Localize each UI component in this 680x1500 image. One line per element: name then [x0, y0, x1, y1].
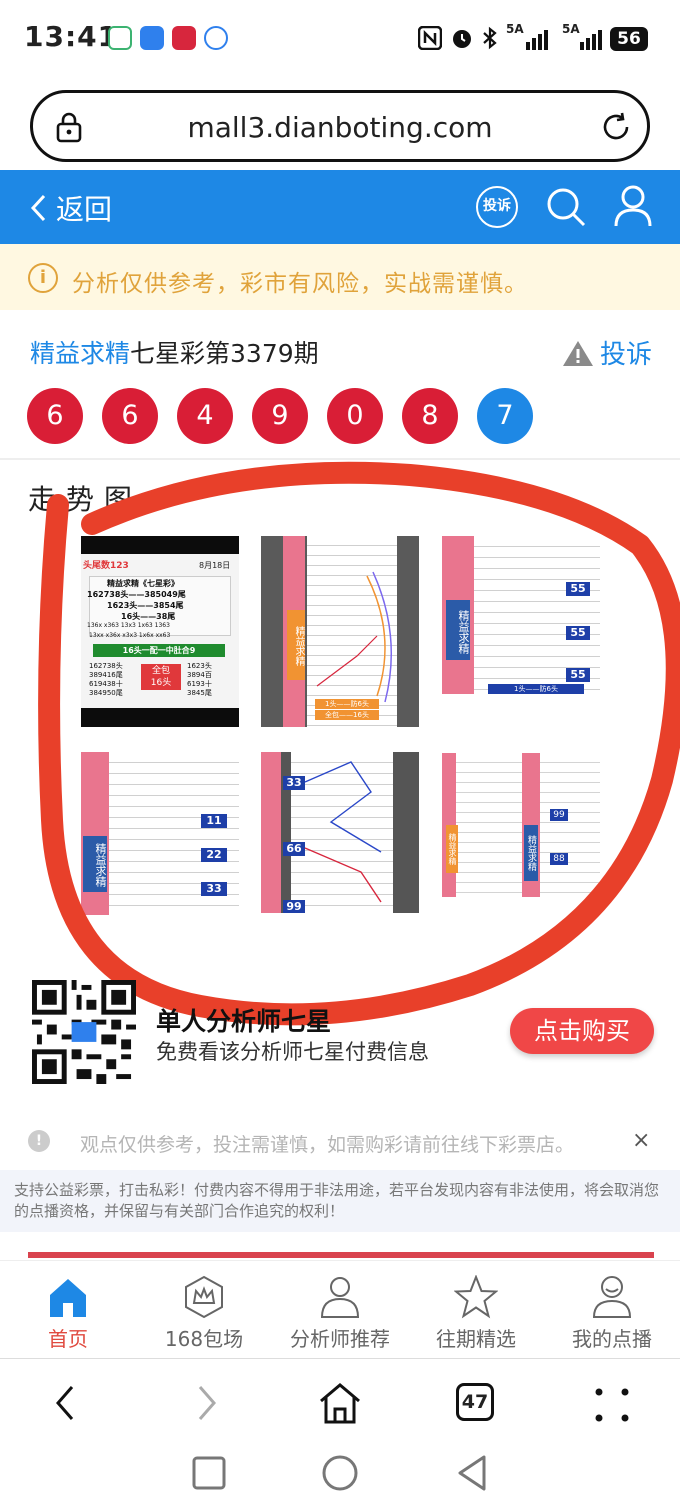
user-icon	[592, 1276, 632, 1318]
tab-history-label: 往期精选	[436, 1327, 516, 1351]
bottom-tab-bar: 首页 168包场 分析师推荐 往期精选 我的点播	[0, 1260, 680, 1358]
recent-apps-icon[interactable]	[191, 1455, 227, 1491]
tab-home-label: 首页	[48, 1327, 88, 1351]
browser-toolbar: 47	[0, 1358, 680, 1500]
home-circle-icon[interactable]	[320, 1453, 360, 1493]
buy-button[interactable]: 点击购买	[510, 1008, 654, 1054]
forward-icon[interactable]	[188, 1383, 224, 1423]
person-icon	[320, 1277, 360, 1318]
tab-home[interactable]: 首页	[0, 1261, 136, 1359]
tab-168-label: 168包场	[164, 1327, 244, 1351]
close-icon[interactable]: ×	[632, 1128, 650, 1153]
tab-analyst[interactable]: 分析师推荐	[272, 1261, 408, 1359]
crown-icon	[185, 1275, 223, 1319]
tab-168[interactable]: 168包场	[136, 1261, 272, 1359]
tab-history[interactable]: 往期精选	[408, 1261, 544, 1359]
back-icon[interactable]	[48, 1383, 84, 1423]
home-icon[interactable]	[318, 1381, 362, 1425]
star-icon	[454, 1275, 498, 1319]
tab-mine[interactable]: 我的点播	[544, 1261, 680, 1359]
promo-title: 单人分析师七星	[156, 1007, 332, 1036]
back-triangle-icon[interactable]	[452, 1453, 492, 1493]
page: 13:41 5A 5A 56 mall3.dianboting.com 返回 投…	[0, 0, 680, 1500]
tab-analyst-label: 分析师推荐	[290, 1327, 390, 1351]
notice-bar: ! 观点仅供参考，投注需谨慎，如需购彩请前往线下彩票店。 ×	[0, 1124, 680, 1162]
banner-edge	[28, 1252, 654, 1258]
notice-text: 观点仅供参考，投注需谨慎，如需购彩请前往线下彩票店。	[80, 1134, 575, 1156]
legal-notice: 支持公益彩票，打击私彩！付费内容不得用于非法用途，若平台发现内容有非法使用，将会…	[0, 1170, 680, 1232]
qr-code[interactable]	[32, 980, 136, 1084]
menu-icon[interactable]	[592, 1385, 632, 1425]
info-icon: !	[28, 1130, 50, 1152]
tab-mine-label: 我的点播	[572, 1327, 652, 1351]
home-icon	[50, 1279, 86, 1317]
promo-subtitle: 免费看该分析师七星付费信息	[156, 1040, 429, 1064]
tabs-count-button[interactable]: 47	[456, 1383, 494, 1421]
